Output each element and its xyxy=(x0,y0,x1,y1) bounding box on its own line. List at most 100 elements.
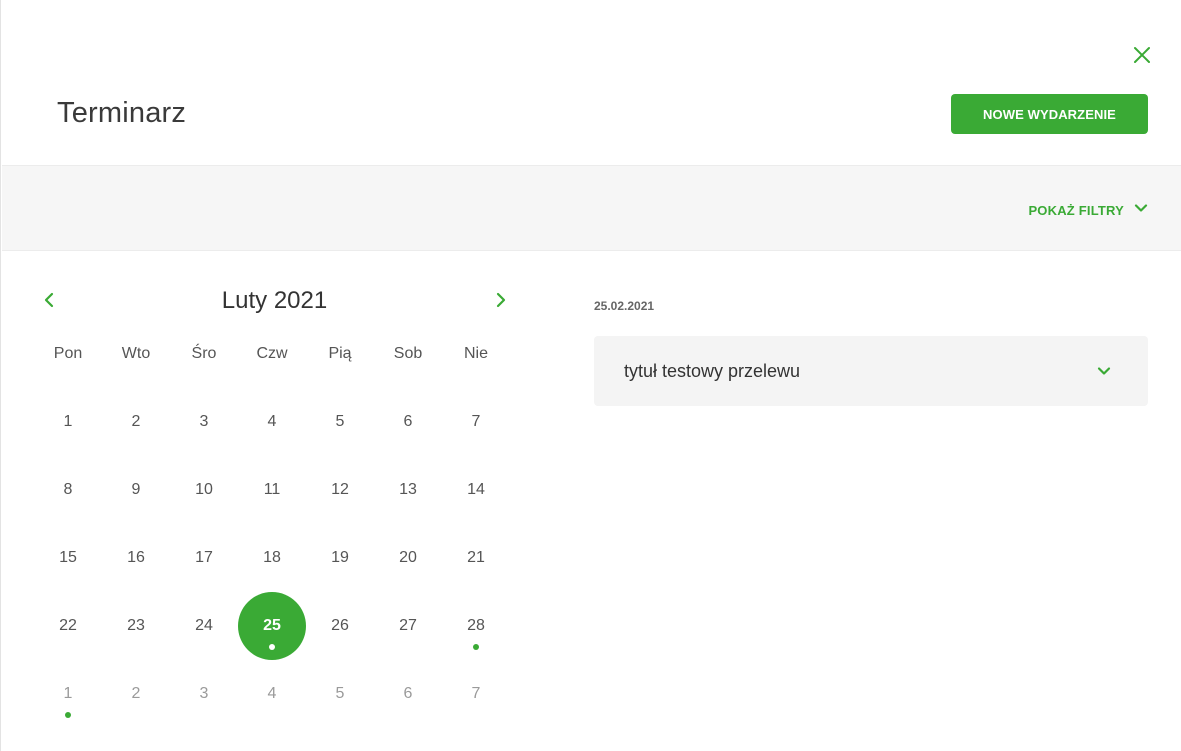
calendar-day-number: 11 xyxy=(263,481,281,498)
month-title: Luty 2021 xyxy=(221,287,328,314)
event-dot-icon xyxy=(65,712,71,718)
calendar-day[interactable]: 18 xyxy=(238,524,306,592)
calendar-day-number: 2 xyxy=(131,685,141,702)
calendar-day-number: 5 xyxy=(335,413,345,430)
weekday-label: Sob xyxy=(393,345,423,362)
calendar-day[interactable]: 1 xyxy=(34,388,102,456)
show-filters-label: POKAŻ FILTRY xyxy=(1028,203,1124,218)
calendar-day-number: 5 xyxy=(335,685,345,702)
calendar-day-number: 21 xyxy=(467,549,485,566)
calendar-day[interactable]: 7 xyxy=(442,660,510,728)
calendar-week: 8 9 10 11 12 13 14 xyxy=(34,456,514,524)
weekday-label: Pon xyxy=(53,345,83,362)
calendar-day[interactable]: 3 xyxy=(170,660,238,728)
selected-date-label: 25.02.2021 xyxy=(594,299,655,313)
calendar-day[interactable]: 16 xyxy=(102,524,170,592)
calendar-day[interactable]: 6 xyxy=(374,388,442,456)
calendar-week: 22 23 24 25 26 27 28 xyxy=(34,592,514,660)
calendar-day[interactable]: 14 xyxy=(442,456,510,524)
event-item[interactable]: tytuł testowy przelewu xyxy=(594,336,1148,406)
calendar-day-selected[interactable]: 25 xyxy=(238,592,306,660)
calendar-day-number: 13 xyxy=(399,481,417,498)
calendar-day-number: 7 xyxy=(471,685,481,702)
close-icon[interactable] xyxy=(1131,44,1153,66)
calendar-day[interactable]: 2 xyxy=(102,388,170,456)
calendar-day-number: 10 xyxy=(195,481,213,498)
calendar-day-number: 20 xyxy=(399,549,417,566)
calendar-day-number: 19 xyxy=(331,549,349,566)
calendar-day[interactable]: 26 xyxy=(306,592,374,660)
chevron-down-icon[interactable] xyxy=(1096,363,1112,379)
calendar-day[interactable]: 2 xyxy=(102,660,170,728)
calendar-grid: 1 2 3 4 5 6 7 8 9 10 11 12 13 14 15 16 17 18 19 20 21 22 23 24 2… xyxy=(34,388,514,728)
calendar-day[interactable]: 1 xyxy=(34,660,102,728)
calendar-day[interactable]: 21 xyxy=(442,524,510,592)
calendar-day-number: 28 xyxy=(467,617,485,634)
calendar-week: 15 16 17 18 19 20 21 xyxy=(34,524,514,592)
calendar-day-number: 4 xyxy=(267,685,277,702)
calendar-day-number: 26 xyxy=(331,617,349,634)
calendar-day-number: 22 xyxy=(59,617,77,634)
weekday-header: Pon Wto Śro Czw Pią Sob Nie xyxy=(34,345,514,363)
calendar-day-number: 2 xyxy=(131,413,141,430)
weekday-label: Pią xyxy=(328,345,352,362)
chevron-right-icon[interactable] xyxy=(491,290,511,310)
event-title: tytuł testowy przelewu xyxy=(624,361,801,381)
calendar-day-number: 14 xyxy=(467,481,485,498)
calendar-day-number: 15 xyxy=(59,549,77,566)
calendar-day[interactable]: 4 xyxy=(238,660,306,728)
chevron-down-icon xyxy=(1134,201,1148,220)
calendar-day-number: 1 xyxy=(63,413,73,430)
calendar-day-number: 9 xyxy=(131,481,141,498)
calendar-day-number: 27 xyxy=(399,617,417,634)
calendar-day[interactable]: 23 xyxy=(102,592,170,660)
calendar-day-number: 23 xyxy=(127,617,145,634)
calendar-day[interactable]: 11 xyxy=(238,456,306,524)
filter-bar: POKAŻ FILTRY xyxy=(2,165,1181,251)
calendar-day[interactable]: 5 xyxy=(306,388,374,456)
weekday-label: Wto xyxy=(121,345,151,362)
event-dot-icon xyxy=(269,644,275,650)
calendar-day[interactable]: 10 xyxy=(170,456,238,524)
calendar-panel: Terminarz NOWE WYDARZENIE POKAŻ FILTRY L… xyxy=(0,0,1181,751)
event-dot-icon xyxy=(473,644,479,650)
calendar-day[interactable]: 3 xyxy=(170,388,238,456)
calendar-day-number: 24 xyxy=(195,617,213,634)
calendar-day[interactable]: 22 xyxy=(34,592,102,660)
show-filters-toggle[interactable]: POKAŻ FILTRY xyxy=(1028,201,1148,220)
calendar-day[interactable]: 5 xyxy=(306,660,374,728)
calendar-day-number: 3 xyxy=(199,685,209,702)
calendar-day[interactable]: 9 xyxy=(102,456,170,524)
page-title: Terminarz xyxy=(57,97,187,129)
calendar-day-number: 12 xyxy=(331,481,349,498)
new-event-button[interactable]: NOWE WYDARZENIE xyxy=(951,94,1148,134)
weekday-label: Nie xyxy=(463,345,488,362)
calendar-day[interactable]: 24 xyxy=(170,592,238,660)
calendar-day[interactable]: 17 xyxy=(170,524,238,592)
calendar-day[interactable]: 8 xyxy=(34,456,102,524)
calendar-day-number: 8 xyxy=(63,481,73,498)
calendar-day[interactable]: 20 xyxy=(374,524,442,592)
calendar-week: 1 2 3 4 5 6 7 xyxy=(34,388,514,456)
calendar-day-number: 25 xyxy=(263,617,281,634)
weekday-label: Śro xyxy=(191,345,217,362)
calendar-day[interactable]: 13 xyxy=(374,456,442,524)
calendar-day[interactable]: 6 xyxy=(374,660,442,728)
calendar-day-number: 6 xyxy=(403,413,413,430)
calendar-day-number: 1 xyxy=(63,685,73,702)
calendar-day[interactable]: 15 xyxy=(34,524,102,592)
calendar-day-number: 18 xyxy=(263,549,281,566)
calendar-day-number: 16 xyxy=(127,549,145,566)
calendar-day[interactable]: 7 xyxy=(442,388,510,456)
calendar-day[interactable]: 4 xyxy=(238,388,306,456)
calendar-day-number: 17 xyxy=(195,549,213,566)
calendar-day-number: 3 xyxy=(199,413,209,430)
calendar-day[interactable]: 27 xyxy=(374,592,442,660)
chevron-left-icon[interactable] xyxy=(39,290,59,310)
calendar-day-number: 7 xyxy=(471,413,481,430)
calendar-day-number: 6 xyxy=(403,685,413,702)
calendar-day[interactable]: 19 xyxy=(306,524,374,592)
calendar-day[interactable]: 28 xyxy=(442,592,510,660)
calendar-day[interactable]: 12 xyxy=(306,456,374,524)
weekday-label: Czw xyxy=(256,345,288,362)
